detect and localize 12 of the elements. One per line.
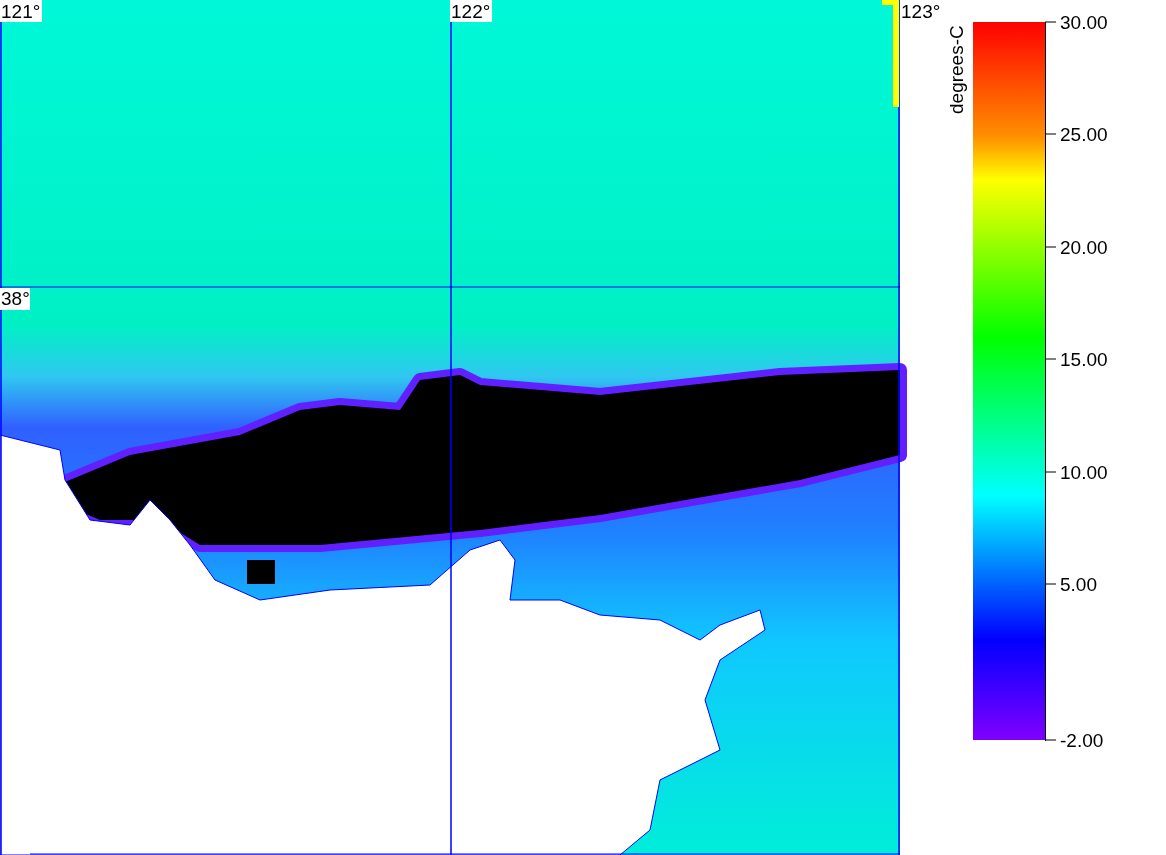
scale-tick-label: 25.00 (1060, 124, 1108, 145)
scale-tick-label: -2.00 (1060, 730, 1104, 751)
longitude-label: 121° (1, 1, 41, 22)
latitude-label: 38° (1, 288, 30, 309)
scale-tick-label: 10.00 (1060, 462, 1108, 483)
longitude-label: 123° (901, 1, 941, 22)
longitude-label: 122° (451, 1, 491, 22)
scale-tick-label: 15.00 (1060, 349, 1108, 370)
scale-tick-label: 5.00 (1060, 574, 1097, 595)
scale-tick-label: 30.00 (1060, 12, 1108, 33)
scale-tick-label: 20.00 (1060, 237, 1108, 258)
unit-label: degrees-C (946, 25, 967, 114)
